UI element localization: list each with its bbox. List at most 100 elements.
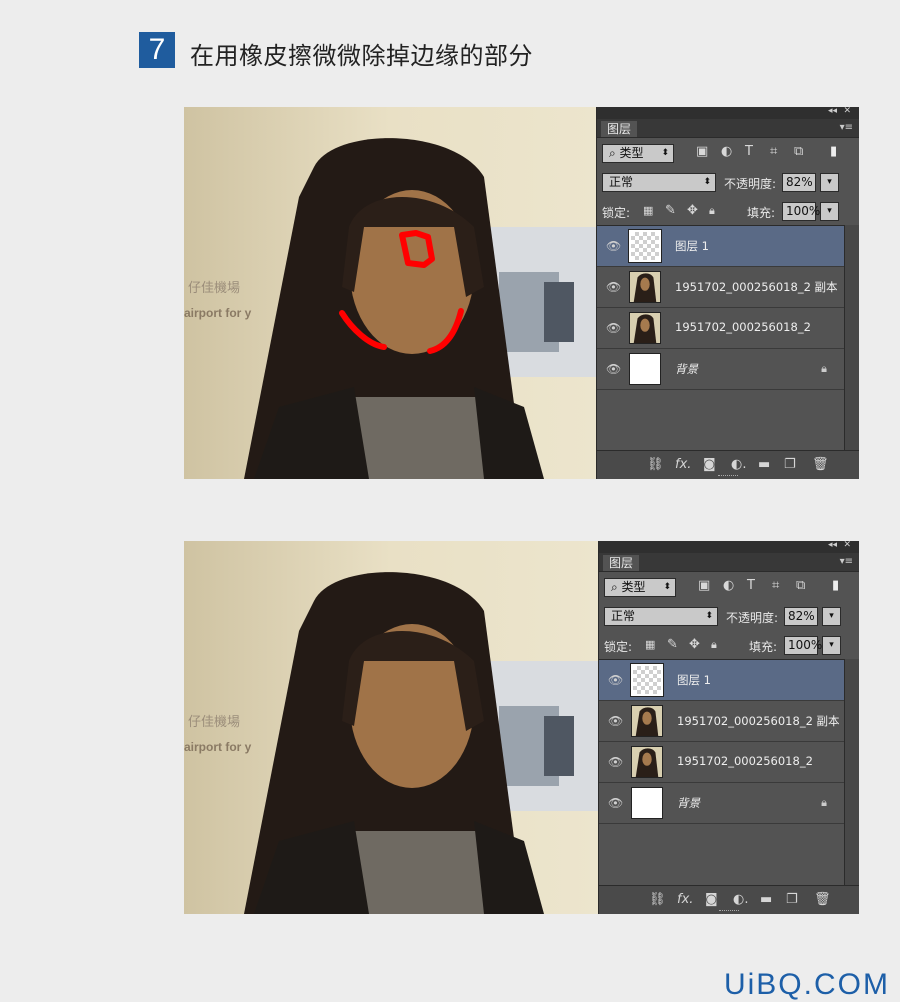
shape-filter-icon[interactable]: ⌗ [772,579,779,593]
tab-layers[interactable]: 图层 [603,555,640,571]
opacity-input[interactable]: 82% [784,607,818,626]
panel-tabbar: 图层 ▾≡ [599,553,859,572]
fx-icon[interactable]: fx. [675,457,691,472]
trash-icon[interactable]: 🗑︎ [814,892,831,907]
link-icon[interactable]: ⛓︎ [647,457,664,472]
layer-row[interactable]: 👁︎ 1951702_000256018_2 副本 [599,701,845,742]
layer-thumbnail [631,705,663,737]
collapse-icon[interactable]: ◂◂ [828,540,837,550]
visibility-eye-icon[interactable]: 👁︎ [608,714,623,728]
tab-layers[interactable]: 图层 [601,121,638,137]
blend-mode-label: 正常 [609,175,634,189]
panel-bottom-bar: ⛓︎ fx. ◙ ◐. ▬ ❐ 🗑︎ [597,450,859,479]
folder-icon[interactable]: ▬ [758,457,770,472]
lock-row: 锁定: ▦ ✎ ✥ 🔒︎ 填充: 100% ▾ [597,196,859,225]
filter-toggle-icon[interactable]: ▮ [832,579,839,593]
layer-name: 1951702_000256018_2 副本 [677,714,840,728]
screenshot-before: 仔佳機場 airport for y ◂◂ ✕ 图层 ▾≡ ⌕ 类型 ⬍ ▣ ◐ … [184,106,859,479]
blend-mode-select[interactable]: 正常 ⬍ [602,173,716,192]
layer-row[interactable]: 👁︎ 背景 🔒︎ [599,783,845,824]
smart-object-filter-icon[interactable]: ⧉ [794,145,803,159]
link-icon[interactable]: ⛓︎ [649,892,666,907]
type-filter-icon[interactable]: T [747,579,755,593]
layer-row[interactable]: 👁︎ 1951702_000256018_2 副本 [597,267,845,308]
mask-icon[interactable]: ◙ [703,457,716,472]
filter-kind-select[interactable]: ⌕ 类型 ⬍ [604,578,676,597]
smart-object-filter-icon[interactable]: ⧉ [796,579,805,593]
site-watermark: UiBQ.COM [724,968,890,1002]
fill-dropdown[interactable]: ▾ [820,202,839,221]
fill-input[interactable]: 100% [782,202,820,221]
resize-grip[interactable] [718,475,738,479]
filter-toggle-icon[interactable]: ▮ [830,145,837,159]
visibility-eye-icon[interactable]: 👁︎ [608,673,623,687]
adjustment-icon[interactable]: ◐. [731,457,746,472]
layer-row[interactable]: 👁︎ 1951702_000256018_2 [597,308,845,349]
panel-menu-icon[interactable]: ▾≡ [840,556,853,567]
folder-icon[interactable]: ▬ [760,892,772,907]
lock-all-icon[interactable]: 🔒︎ [711,638,717,652]
opacity-dropdown[interactable]: ▾ [822,607,841,626]
layer-row[interactable]: 👁︎ 1951702_000256018_2 [599,742,845,783]
lock-transparent-icon[interactable]: ▦ [643,204,653,218]
fx-icon[interactable]: fx. [677,892,693,907]
visibility-eye-icon[interactable]: 👁︎ [606,239,621,253]
image-filter-icon[interactable]: ▣ [698,579,710,593]
lock-move-icon[interactable]: ✥ [689,638,700,652]
photo-canvas[interactable]: 仔佳機場 airport for y [184,107,596,479]
photo-canvas[interactable]: 仔佳機場 airport for y [184,541,598,914]
fill-input[interactable]: 100% [784,636,822,655]
lock-row: 锁定: ▦ ✎ ✥ 🔒︎ 填充: 100% ▾ [599,630,859,659]
step-title: 在用橡皮擦微微除掉边缘的部分 [190,42,533,70]
collapse-icon[interactable]: ◂◂ [828,106,837,116]
visibility-eye-icon[interactable]: 👁︎ [608,755,623,769]
layer-row[interactable]: 👁︎ 图层 1 [597,226,845,267]
panel-titlebar: ◂◂ ✕ [599,540,859,553]
adjustment-filter-icon[interactable]: ◐ [723,579,734,593]
lock-paint-icon[interactable]: ✎ [665,204,676,218]
new-layer-icon[interactable]: ❐ [786,892,798,907]
filter-kind-label: 类型 [619,146,644,160]
opacity-dropdown[interactable]: ▾ [820,173,839,192]
type-filter-icon[interactable]: T [745,145,753,159]
photo-sign-text-2: airport for y [184,740,252,754]
photo-sign-text-1: 仔佳機場 [188,715,240,730]
visibility-eye-icon[interactable]: 👁︎ [608,796,623,810]
filter-kind-select[interactable]: ⌕ 类型 ⬍ [602,144,674,163]
image-filter-icon[interactable]: ▣ [696,145,708,159]
visibility-eye-icon[interactable]: 👁︎ [606,321,621,335]
new-layer-icon[interactable]: ❐ [784,457,796,472]
watermark-right: COM [814,968,890,1001]
layers-panel: ◂◂ ✕ 图层 ▾≡ ⌕ 类型 ⬍ ▣ ◐ T ⌗ ⧉ ▮ 正常 ⬍ 不透明度: 8… [598,540,859,914]
layer-name: 1951702_000256018_2 副本 [675,280,838,294]
lock-label: 锁定: [602,206,631,220]
fill-dropdown[interactable]: ▾ [822,636,841,655]
close-icon[interactable]: ✕ [843,540,851,550]
opacity-label: 不透明度: [726,611,779,625]
panel-bottom-bar: ⛓︎ fx. ◙ ◐. ▬ ❐ 🗑︎ [599,885,859,914]
adjustment-filter-icon[interactable]: ◐ [721,145,732,159]
visibility-eye-icon[interactable]: 👁︎ [606,280,621,294]
scrollbar[interactable] [844,659,859,886]
close-icon[interactable]: ✕ [843,106,851,116]
layer-row[interactable]: 👁︎ 图层 1 [599,660,845,701]
lock-move-icon[interactable]: ✥ [687,204,698,218]
mask-icon[interactable]: ◙ [705,892,718,907]
layer-thumbnail [628,229,662,263]
panel-menu-icon[interactable]: ▾≡ [840,122,853,133]
opacity-label: 不透明度: [724,177,777,191]
visibility-eye-icon[interactable]: 👁︎ [606,362,621,376]
layer-name: 图层 1 [677,673,711,687]
scrollbar[interactable] [844,225,859,451]
portrait-photo: 仔佳機場 airport for y [184,107,596,479]
shape-filter-icon[interactable]: ⌗ [770,145,777,159]
resize-grip[interactable] [719,910,739,914]
opacity-input[interactable]: 82% [782,173,816,192]
layer-row[interactable]: 👁︎ 背景 🔒︎ [597,349,845,390]
lock-paint-icon[interactable]: ✎ [667,638,678,652]
lock-transparent-icon[interactable]: ▦ [645,638,655,652]
trash-icon[interactable]: 🗑︎ [812,457,829,472]
lock-all-icon[interactable]: 🔒︎ [709,204,715,218]
adjustment-icon[interactable]: ◐. [733,892,748,907]
blend-mode-select[interactable]: 正常 ⬍ [604,607,718,626]
